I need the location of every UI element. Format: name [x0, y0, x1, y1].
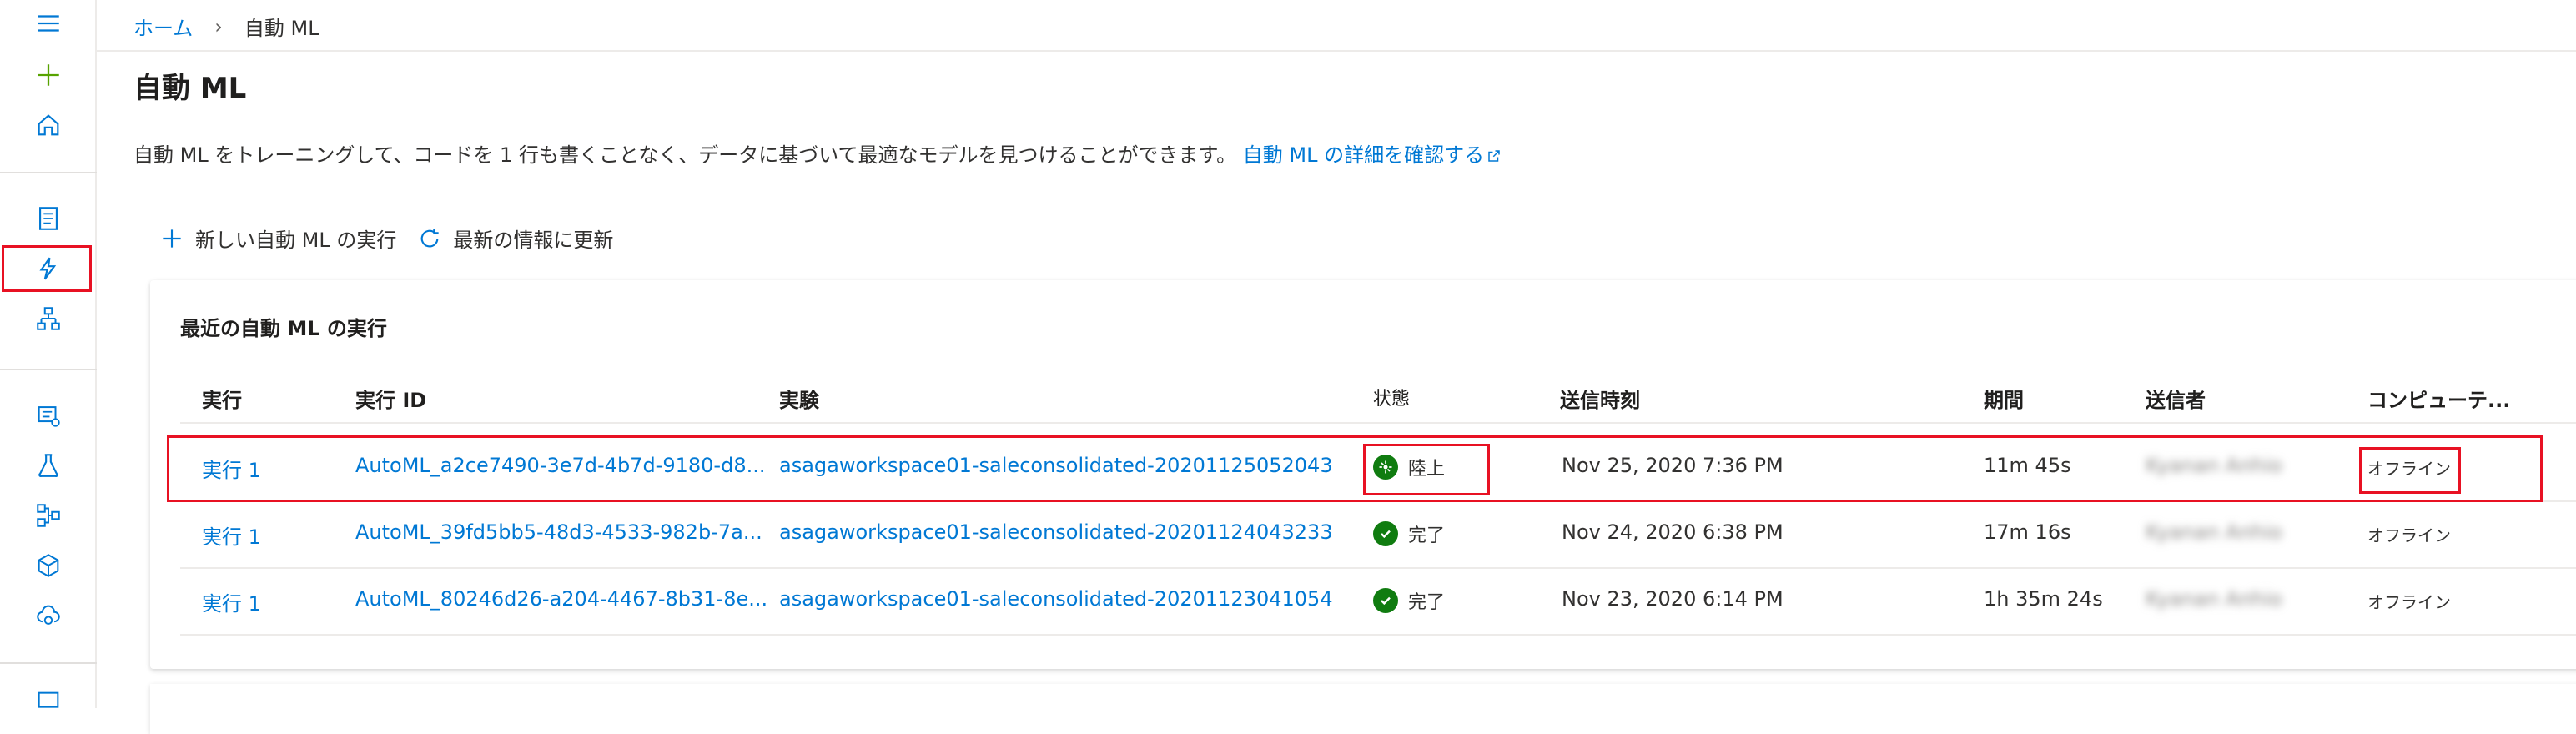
- learn-more-label: 自動 ML の詳細を確認する: [1242, 143, 1485, 167]
- rail-divider: [0, 172, 97, 173]
- status-highlight-box: [1363, 444, 1490, 495]
- column-header-run-id[interactable]: 実行 ID: [355, 384, 426, 413]
- table-row[interactable]: 実行 1 AutoML_39fd5bb5-48d3-4533-982b-7a..…: [180, 502, 2576, 569]
- check-icon: [1373, 588, 1398, 613]
- status-cell: 完了: [1373, 587, 1445, 614]
- run-id-link[interactable]: AutoML_80246d26-a204-4467-8b31-8e...: [355, 587, 767, 611]
- add-icon: [163, 229, 181, 248]
- external-link-icon: [1488, 150, 1500, 162]
- command-bar: 新しい自動 ML の実行 最新の情報に更新: [158, 224, 613, 253]
- rail-divider: [0, 369, 97, 370]
- home-icon[interactable]: [28, 105, 68, 145]
- status-label: 完了: [1408, 592, 1446, 613]
- header-divider: [180, 422, 2576, 424]
- column-header-submitted[interactable]: 送信時刻: [1560, 384, 1640, 413]
- description-text: 自動 ML をトレーニングして、コードを 1 行も書くことなく、データに基づいて…: [133, 143, 1237, 167]
- run-id-link[interactable]: AutoML_39fd5bb5-48d3-4533-982b-7a...: [355, 520, 762, 544]
- breadcrumb-home-link[interactable]: ホーム: [133, 12, 193, 41]
- submitter-name: Kyanan Anhio: [2146, 587, 2282, 611]
- compute-icon[interactable]: [28, 682, 68, 722]
- experiment-link[interactable]: asagaworkspace01-saleconsolidated-202011…: [779, 520, 1333, 544]
- compute-highlight-box: [2359, 447, 2461, 494]
- compute-target: オフライン: [2367, 525, 2451, 545]
- refresh-label: 最新の情報に更新: [453, 229, 614, 252]
- models-icon[interactable]: [28, 545, 68, 586]
- row-highlight-box: [167, 435, 2543, 502]
- column-header-duration[interactable]: 期間: [1984, 384, 2024, 413]
- menu-icon[interactable]: [28, 3, 68, 43]
- experiments-icon[interactable]: [28, 445, 68, 485]
- submitted-time: Nov 24, 2020 6:38 PM: [1562, 520, 1784, 544]
- submitted-time: Nov 23, 2020 6:14 PM: [1562, 587, 1784, 611]
- table-row[interactable]: 実行 1 AutoML_80246d26-a204-4467-8b31-8e..…: [180, 569, 2576, 636]
- notebook-icon[interactable]: [28, 199, 68, 239]
- column-header-experiment[interactable]: 実験: [779, 384, 819, 413]
- submitter-name: Kyanan Anhio: [2146, 520, 2282, 544]
- experiment-link[interactable]: asagaworkspace01-saleconsolidated-202011…: [779, 587, 1333, 611]
- duration: 17m 16s: [1984, 520, 2071, 544]
- designer-icon[interactable]: [28, 299, 68, 339]
- new-automl-run-button[interactable]: 新しい自動 ML の実行: [158, 224, 396, 253]
- compute-target: オフライン: [2367, 592, 2451, 612]
- column-header-run[interactable]: 実行: [202, 384, 242, 413]
- duration: 1h 35m 24s: [1984, 587, 2103, 611]
- column-header-status[interactable]: 状態: [1373, 384, 1410, 410]
- run-link[interactable]: 実行 1: [202, 587, 261, 616]
- left-nav-rail: [0, 0, 97, 708]
- page-description: 自動 ML をトレーニングして、コードを 1 行も書くことなく、データに基づいて…: [133, 138, 1502, 168]
- endpoints-icon[interactable]: [28, 596, 68, 636]
- header-bar: ホーム › 自動 ML: [97, 0, 2576, 52]
- column-header-submitter[interactable]: 送信者: [2146, 384, 2206, 413]
- recent-runs-card: 最近の自動 ML の実行 実行 実行 ID 実験 状態 送信時刻 期間 送信者 …: [150, 280, 2576, 669]
- pipelines-icon[interactable]: [28, 495, 68, 535]
- learn-more-link[interactable]: 自動 ML の詳細を確認する: [1243, 143, 1502, 167]
- check-icon: [1373, 521, 1398, 546]
- status-cell: 完了: [1373, 520, 1445, 547]
- column-header-compute[interactable]: コンピューテ...: [2367, 384, 2510, 413]
- breadcrumb-current: 自動 ML: [244, 17, 319, 40]
- run-link[interactable]: 実行 1: [202, 520, 261, 550]
- secondary-card: [150, 684, 2576, 734]
- rail-divider: [0, 662, 97, 664]
- page-title: 自動 ML: [133, 72, 247, 105]
- chevron-right-icon: ›: [214, 14, 223, 38]
- datasets-icon[interactable]: [28, 395, 68, 435]
- refresh-button[interactable]: 最新の情報に更新: [416, 224, 613, 253]
- new-run-label: 新しい自動 ML の実行: [195, 229, 397, 252]
- plus-icon[interactable]: [28, 55, 68, 95]
- breadcrumb: ホーム › 自動 ML: [133, 12, 319, 41]
- refresh-icon: [420, 228, 440, 247]
- status-label: 完了: [1408, 525, 1446, 546]
- recent-runs-title: 最近の自動 ML の実行: [180, 317, 387, 340]
- automl-nav-highlight: [2, 245, 92, 292]
